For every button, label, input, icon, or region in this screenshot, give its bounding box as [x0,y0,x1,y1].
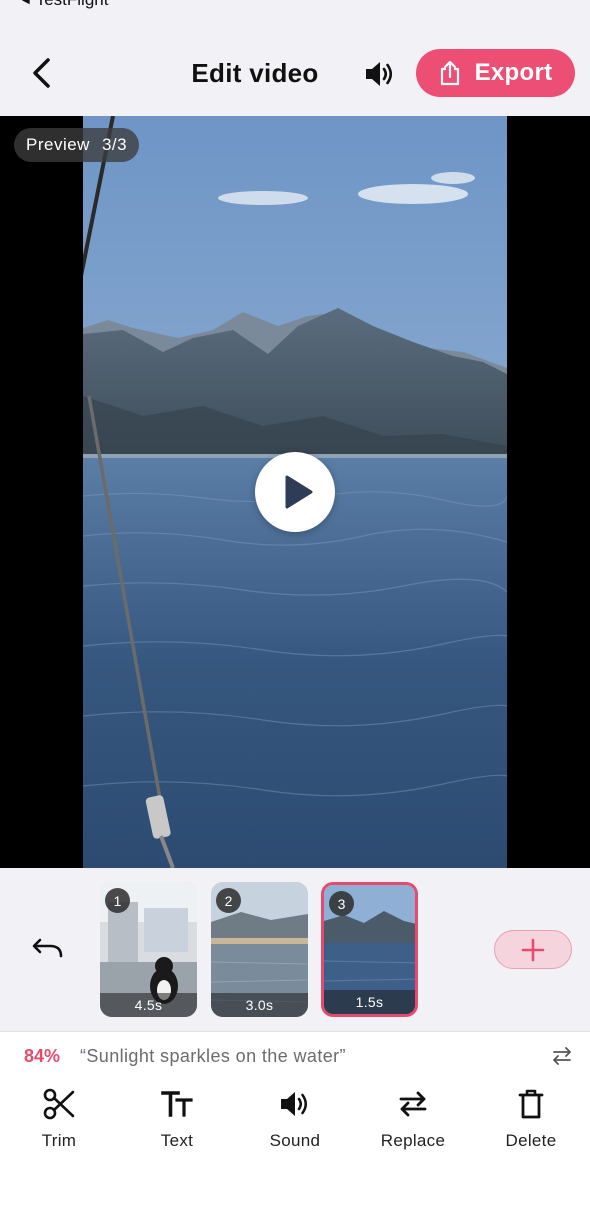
text-tool-button[interactable]: Text [127,1087,227,1157]
undo-icon [32,938,63,958]
trash-icon [518,1089,544,1119]
plus-icon [521,938,545,961]
text-icon [161,1091,193,1117]
back-triangle-icon: ◀ [22,0,30,6]
caption-text: “Sunlight sparkles on the water” [80,1046,346,1066]
share-icon [440,60,459,86]
preview-badge: Preview 3/3 [14,128,140,162]
clip-thumbnail-2[interactable]: 2 3.0s [211,882,308,1017]
edit-toolbar: Trim Text Sound Replace Delete [0,1079,590,1221]
swap-icon [553,1047,571,1065]
clip-duration: 3.0s [211,993,308,1017]
trim-label: Trim [41,1131,77,1150]
header: Edit video Export [0,28,590,116]
clip-thumbnail-3[interactable]: 3 1.5s [321,882,418,1017]
delete-tool-button[interactable]: Delete [481,1087,581,1157]
replace-tool-button[interactable]: Replace [363,1087,463,1157]
replace-label: Replace [380,1131,446,1150]
swap-caption-button[interactable] [551,1046,573,1066]
caption-score: 84% [24,1046,61,1066]
export-button[interactable]: Export [416,49,575,97]
preview-count: 3/3 [101,135,128,154]
status-bar: ◀ TestFlight [0,0,590,28]
clip-number-badge: 3 [329,891,354,916]
text-label: Text [160,1131,194,1150]
play-icon [285,475,313,509]
add-clip-button[interactable] [494,930,572,969]
back-to-app-link[interactable]: ◀ TestFlight [22,0,108,10]
speaker-icon [366,62,393,86]
speaker-icon [281,1092,307,1116]
caption-row[interactable]: 84% “Sunlight sparkles on the water” [0,1031,590,1079]
delete-label: Delete [505,1131,557,1150]
sound-tool-button[interactable]: Sound [245,1087,345,1157]
clip-number-badge: 1 [105,888,130,913]
scissors-icon [43,1088,75,1120]
clip-duration: 4.5s [100,993,197,1017]
replace-icon [399,1091,427,1117]
clip-thumbnail-1[interactable]: 1 4.5s [100,882,197,1017]
undo-button[interactable] [30,936,66,964]
trim-tool-button[interactable]: Trim [9,1087,109,1157]
back-app-label: TestFlight [36,0,109,9]
play-button[interactable] [255,452,335,532]
export-label: Export [474,59,553,86]
preview-label: Preview [26,135,90,154]
clip-number-badge: 2 [216,888,241,913]
sound-label: Sound [269,1131,321,1150]
video-preview[interactable]: Preview 3/3 [0,116,590,868]
clip-duration: 1.5s [324,990,415,1014]
clip-timeline: 1 4.5s 2 3.0s 3 1.5s [0,868,590,1031]
sound-toggle-button[interactable] [362,56,398,92]
